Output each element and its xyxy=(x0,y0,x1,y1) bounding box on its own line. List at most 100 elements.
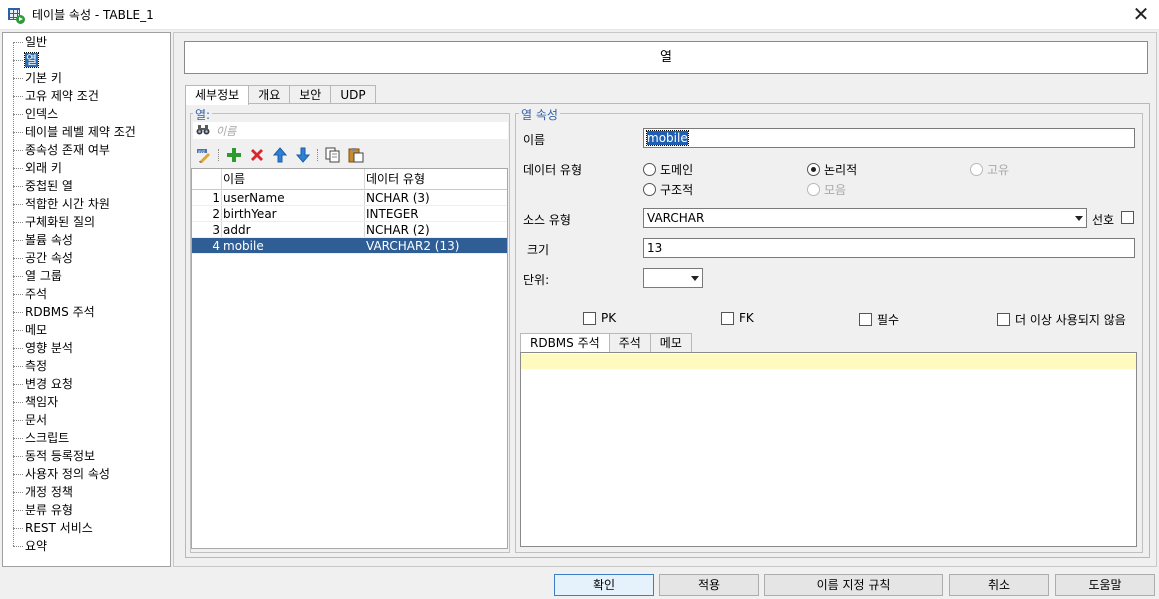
cancel-button[interactable]: 취소 xyxy=(949,574,1049,596)
tab-rdbms-comment[interactable]: RDBMS 주석 xyxy=(520,333,610,352)
name-field[interactable]: mobile xyxy=(643,128,1135,148)
column-search[interactable]: 이름 xyxy=(193,122,508,139)
tree-item-label: REST 서비스 xyxy=(25,521,93,535)
radio-circle xyxy=(643,183,656,196)
delete-icon[interactable] xyxy=(248,146,266,164)
tree-item[interactable]: RDBMS 주석 xyxy=(13,303,95,321)
tree-item[interactable]: 외래 키 xyxy=(13,159,62,177)
radio-domain[interactable]: 도메인 xyxy=(643,161,693,178)
search-placeholder: 이름 xyxy=(216,125,237,138)
radio-structural[interactable]: 구조적 xyxy=(643,181,693,198)
tree-item-label: 인덱스 xyxy=(25,107,59,121)
size-label: 크기 xyxy=(527,243,550,257)
cell-name: userName xyxy=(223,191,285,205)
tab-security[interactable]: 보안 xyxy=(289,85,332,104)
tree-item[interactable]: 공간 속성 xyxy=(13,249,73,267)
tree-item[interactable]: 스크립트 xyxy=(13,429,69,447)
move-up-icon[interactable] xyxy=(271,146,289,164)
tree-item[interactable]: 문서 xyxy=(13,411,47,429)
column-header-datatype[interactable]: 데이터 유형 xyxy=(362,169,425,190)
property-tree: 일반 열기본 키고유 제약 조건인덱스테이블 레벨 제약 조건 종속성 존재 여부 외… xyxy=(2,32,171,567)
column-header-name[interactable]: 이름 xyxy=(219,169,245,190)
cell-datatype: NCHAR (3) xyxy=(366,191,430,205)
radio-unique: 고유 xyxy=(970,161,1009,178)
columns-group-label: 열: xyxy=(193,106,213,123)
table-row[interactable]: 1 userName NCHAR (3) xyxy=(192,190,507,206)
tree-item[interactable]: 인덱스 xyxy=(13,105,58,123)
tree-item-label: 요약 xyxy=(25,539,48,553)
apply-button[interactable]: 적용 xyxy=(659,574,759,596)
tree-item[interactable]: 기본 키 xyxy=(13,69,62,87)
unit-select[interactable] xyxy=(643,268,703,288)
radio-collection-label: 모음 xyxy=(824,183,847,197)
tree-item[interactable]: 동적 등록정보 xyxy=(13,447,95,465)
tree-item[interactable]: 개정 정책 xyxy=(13,483,73,501)
tree-item[interactable]: 측정 xyxy=(13,357,47,375)
move-down-icon[interactable] xyxy=(294,146,312,164)
unit-label: 단위: xyxy=(523,273,550,287)
edit-pencil-icon[interactable]: xyz xyxy=(195,146,213,164)
tree-item[interactable]: 변경 요청 xyxy=(13,375,73,393)
checkbox-box xyxy=(583,311,596,325)
source-type-label: 소스 유형 xyxy=(523,213,571,227)
tree-item[interactable]: REST 서비스 xyxy=(13,519,93,537)
radio-circle xyxy=(970,163,983,176)
tree-item[interactable]: 테이블 레벨 제약 조건 xyxy=(13,123,136,141)
close-icon[interactable]: ✕ xyxy=(1129,3,1153,27)
tree-item[interactable]: 주석 xyxy=(13,285,47,303)
help-button[interactable]: 도움말 xyxy=(1055,574,1155,596)
size-field[interactable]: 13 xyxy=(643,238,1135,258)
tree-item[interactable]: 구체화된 질의 xyxy=(13,213,95,231)
tree-item[interactable]: 볼륨 속성 xyxy=(13,231,73,249)
required-checkbox[interactable]: 필수 xyxy=(859,311,899,328)
datatype-label: 데이터 유형 xyxy=(523,163,583,177)
pk-checkbox[interactable]: PK xyxy=(583,311,616,325)
cell-datatype: NCHAR (2) xyxy=(366,223,430,237)
tree-item[interactable]: 종속성 존재 여부 xyxy=(13,141,110,159)
table-row[interactable]: 3 addr NCHAR (2) xyxy=(192,222,507,238)
preferred-checkbox[interactable] xyxy=(1121,211,1139,224)
tree-item-label: 열 xyxy=(23,52,40,68)
tab-comment[interactable]: 주석 xyxy=(608,333,651,352)
naming-rules-button[interactable]: 이름 지정 규칙 xyxy=(764,574,943,596)
deprecated-checkbox[interactable]: 더 이상 사용되지 않음 xyxy=(997,311,1126,328)
radio-logical[interactable]: 논리적 xyxy=(807,161,857,178)
row-number: 4 xyxy=(212,239,220,253)
columns-table: 이름 데이터 유형 1 userName NCHAR (3) 2 birthYear IN… xyxy=(191,168,508,549)
tree-item[interactable]: 열 xyxy=(13,51,40,69)
tree-item[interactable]: 고유 제약 조건 xyxy=(13,87,99,105)
add-icon[interactable] xyxy=(225,146,243,164)
chevron-down-icon xyxy=(691,276,699,281)
tree-item-label: 주석 xyxy=(25,287,48,301)
checkbox-box xyxy=(997,313,1010,326)
table-row[interactable]: 4 mobile VARCHAR2 (13) xyxy=(192,238,507,254)
tab-udp[interactable]: UDP xyxy=(330,85,376,104)
fk-checkbox[interactable]: FK xyxy=(721,311,754,325)
tree-item-label: 분류 유형 xyxy=(25,503,73,517)
paste-icon[interactable] xyxy=(347,146,365,164)
tree-item[interactable]: 분류 유형 xyxy=(13,501,73,519)
tree-item-label: 영향 분석 xyxy=(25,341,73,355)
tree-item[interactable]: 영향 분석 xyxy=(13,339,73,357)
tree-item[interactable]: 열 그룹 xyxy=(13,267,62,285)
tree-item[interactable]: 중첩된 열 xyxy=(13,177,73,195)
ok-button[interactable]: 확인 xyxy=(554,574,654,596)
tree-item-label: 기본 키 xyxy=(25,71,62,85)
radio-unique-label: 고유 xyxy=(987,163,1010,177)
tab-details[interactable]: 세부정보 xyxy=(185,85,250,105)
source-type-select[interactable]: VARCHAR xyxy=(643,208,1087,228)
tree-item-label: 사용자 정의 속성 xyxy=(25,467,110,481)
tree-item[interactable]: 일반 xyxy=(13,33,47,51)
copy-icon[interactable] xyxy=(324,146,342,164)
tree-item[interactable]: 메모 xyxy=(13,321,47,339)
table-row[interactable]: 2 birthYear INTEGER xyxy=(192,206,507,222)
rdbms-comment-editor[interactable] xyxy=(520,352,1137,547)
radio-collection: 모음 xyxy=(807,181,846,198)
tab-overview[interactable]: 개요 xyxy=(248,85,291,104)
tree-item[interactable]: 요약 xyxy=(13,537,47,555)
tab-memo[interactable]: 메모 xyxy=(649,333,692,352)
tree-item[interactable]: 사용자 정의 속성 xyxy=(13,465,110,483)
tree-item[interactable]: 적합한 시간 차원 xyxy=(13,195,110,213)
tree-item[interactable]: 책임자 xyxy=(13,393,58,411)
name-label: 이름 xyxy=(523,133,546,147)
